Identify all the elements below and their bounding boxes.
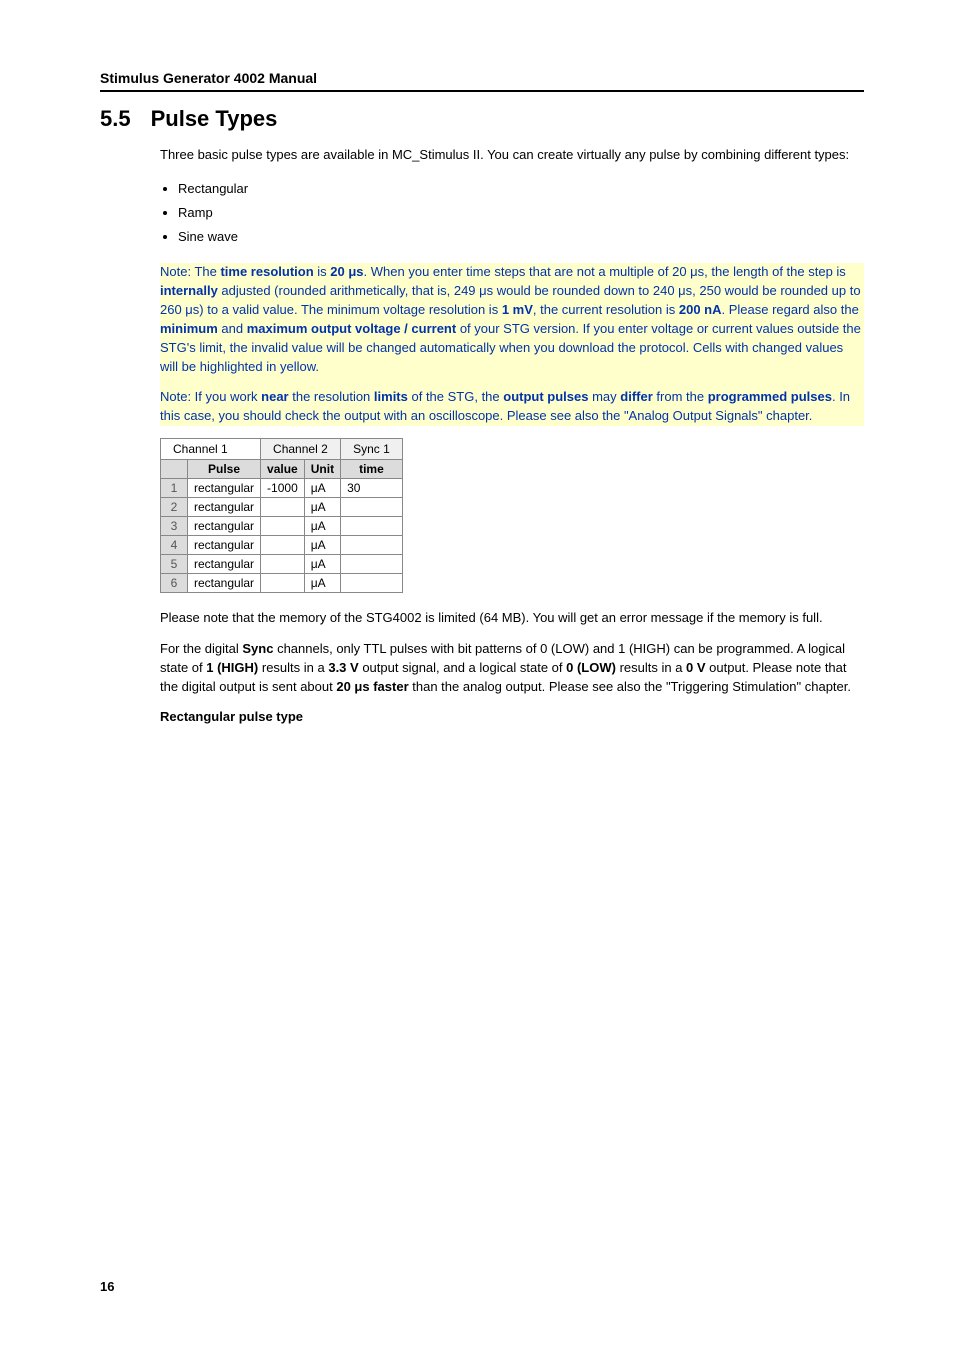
row-number: 3 bbox=[161, 517, 188, 536]
col-pulse: Pulse bbox=[188, 460, 261, 479]
rectangular-subhead: Rectangular pulse type bbox=[160, 709, 864, 724]
col-value: value bbox=[261, 460, 305, 479]
note-text: and bbox=[218, 321, 247, 336]
sync-paragraph: For the digital Sync channels, only TTL … bbox=[160, 640, 864, 697]
bold: 1 (HIGH) bbox=[206, 660, 258, 675]
cell-value[interactable] bbox=[261, 517, 305, 536]
cell-time[interactable]: 30 bbox=[341, 479, 403, 498]
bold: 0 (LOW) bbox=[566, 660, 616, 675]
note-box-1: Note: The time resolution is 20 μs. When… bbox=[160, 263, 864, 426]
note-bold: 1 mV bbox=[502, 302, 533, 317]
tab-channel-1[interactable]: Channel 1 bbox=[161, 439, 261, 460]
memory-paragraph: Please note that the memory of the STG40… bbox=[160, 609, 864, 628]
cell-time[interactable] bbox=[341, 555, 403, 574]
note-text: may bbox=[588, 389, 620, 404]
note-bold: programmed pulses bbox=[708, 389, 832, 404]
row-number: 1 bbox=[161, 479, 188, 498]
note-bold: time resolution bbox=[220, 264, 313, 279]
table-row: 5 rectangular μA bbox=[161, 555, 403, 574]
note-bold: output pulses bbox=[503, 389, 588, 404]
cell-pulse[interactable]: rectangular bbox=[188, 555, 261, 574]
section-number: 5.5 bbox=[100, 106, 131, 132]
cell-unit[interactable]: μA bbox=[304, 517, 340, 536]
note-bold: 20 μs bbox=[330, 264, 363, 279]
table-tab-row: Channel 1 Channel 2 Sync 1 bbox=[161, 439, 403, 460]
note-text: , the current resolution is bbox=[533, 302, 679, 317]
cell-time[interactable] bbox=[341, 517, 403, 536]
cell-time[interactable] bbox=[341, 574, 403, 593]
cell-pulse[interactable]: rectangular bbox=[188, 536, 261, 555]
text: than the analog output. Please see also … bbox=[409, 679, 851, 694]
pulse-type-list: Rectangular Ramp Sine wave bbox=[160, 177, 864, 250]
bold: 0 V bbox=[686, 660, 706, 675]
tab-sync-1[interactable]: Sync 1 bbox=[341, 439, 403, 460]
table-row: 4 rectangular μA bbox=[161, 536, 403, 555]
note-bold: maximum output voltage / current bbox=[247, 321, 456, 336]
cell-pulse[interactable]: rectangular bbox=[188, 574, 261, 593]
row-number: 6 bbox=[161, 574, 188, 593]
note-text: Note: The bbox=[160, 264, 220, 279]
table-corner bbox=[161, 460, 188, 479]
note-text: is bbox=[314, 264, 331, 279]
text: For the digital bbox=[160, 641, 242, 656]
cell-unit[interactable]: μA bbox=[304, 498, 340, 517]
list-item: Ramp bbox=[178, 201, 864, 225]
tab-channel-2[interactable]: Channel 2 bbox=[261, 439, 341, 460]
bold: 3.3 V bbox=[328, 660, 358, 675]
page-number: 16 bbox=[100, 1279, 114, 1294]
text: results in a bbox=[258, 660, 328, 675]
cell-value[interactable] bbox=[261, 574, 305, 593]
note-text: . When you enter time steps that are not… bbox=[364, 264, 846, 279]
row-number: 2 bbox=[161, 498, 188, 517]
col-unit: Unit bbox=[304, 460, 340, 479]
cell-value[interactable] bbox=[261, 498, 305, 517]
cell-value[interactable]: -1000 bbox=[261, 479, 305, 498]
note-bold: differ bbox=[620, 389, 653, 404]
intro-paragraph: Three basic pulse types are available in… bbox=[160, 146, 864, 165]
bold: 20 μs faster bbox=[336, 679, 408, 694]
cell-value[interactable] bbox=[261, 555, 305, 574]
note-text: the resolution bbox=[289, 389, 374, 404]
cell-time[interactable] bbox=[341, 498, 403, 517]
cell-time[interactable] bbox=[341, 536, 403, 555]
table-row: 3 rectangular μA bbox=[161, 517, 403, 536]
note-text: of the STG, the bbox=[408, 389, 503, 404]
note-bold: minimum bbox=[160, 321, 218, 336]
cell-unit[interactable]: μA bbox=[304, 479, 340, 498]
table-row: 6 rectangular μA bbox=[161, 574, 403, 593]
note-bold: internally bbox=[160, 283, 218, 298]
col-time: time bbox=[341, 460, 403, 479]
cell-unit[interactable]: μA bbox=[304, 574, 340, 593]
cell-pulse[interactable]: rectangular bbox=[188, 517, 261, 536]
table-header-row: Pulse value Unit time bbox=[161, 460, 403, 479]
row-number: 4 bbox=[161, 536, 188, 555]
note-text: Note: If you work bbox=[160, 389, 261, 404]
cell-pulse[interactable]: rectangular bbox=[188, 479, 261, 498]
cell-unit[interactable]: μA bbox=[304, 536, 340, 555]
header-rule bbox=[100, 90, 864, 92]
list-item: Rectangular bbox=[178, 177, 864, 201]
note-bold: near bbox=[261, 389, 288, 404]
text: output signal, and a logical state of bbox=[359, 660, 566, 675]
section-title: Pulse Types bbox=[151, 106, 278, 132]
row-number: 5 bbox=[161, 555, 188, 574]
list-item: Sine wave bbox=[178, 225, 864, 249]
table-row: 2 rectangular μA bbox=[161, 498, 403, 517]
bold: Sync bbox=[242, 641, 273, 656]
note-bold: 200 nA bbox=[679, 302, 722, 317]
note-text: . Please regard also the bbox=[722, 302, 859, 317]
cell-unit[interactable]: μA bbox=[304, 555, 340, 574]
note-text: from the bbox=[653, 389, 708, 404]
note-bold: limits bbox=[374, 389, 408, 404]
section-heading: 5.5 Pulse Types bbox=[100, 106, 864, 132]
table-row: 1 rectangular -1000 μA 30 bbox=[161, 479, 403, 498]
cell-pulse[interactable]: rectangular bbox=[188, 498, 261, 517]
cell-value[interactable] bbox=[261, 536, 305, 555]
channel-table: Channel 1 Channel 2 Sync 1 Pulse value U… bbox=[160, 438, 403, 593]
running-head: Stimulus Generator 4002 Manual bbox=[100, 70, 864, 86]
text: results in a bbox=[616, 660, 686, 675]
